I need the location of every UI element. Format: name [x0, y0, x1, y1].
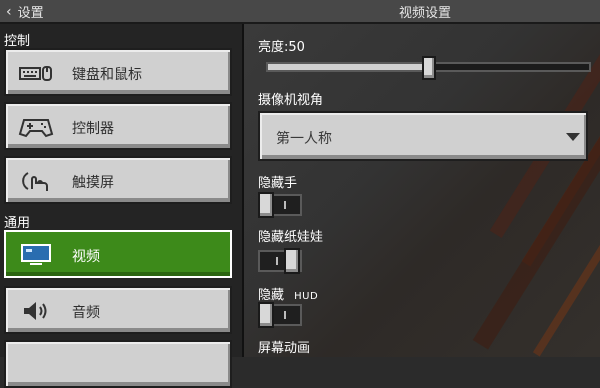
settings-panel: 亮度:50 摄像机视角 第一人称 隐藏手 隐藏纸娃娃 隐藏 HUD 屏幕动画	[244, 24, 600, 357]
hide-hud-toggle[interactable]	[258, 302, 302, 328]
top-bar: ‹ 设置 视频设置	[0, 0, 600, 24]
hide-hud-label: 隐藏 HUD	[258, 284, 318, 303]
back-button[interactable]: ‹ 设置	[6, 2, 44, 22]
sidebar-item-label: 键盘和鼠标	[72, 67, 142, 83]
camera-perspective-label: 摄像机视角	[258, 93, 324, 108]
toggle-knob	[258, 302, 274, 328]
hide-hud-label-suffix: HUD	[294, 291, 319, 302]
gamepad-icon	[18, 119, 54, 138]
section-label-controls: 控制	[4, 34, 31, 49]
brightness-slider[interactable]	[266, 56, 591, 80]
sidebar: 控制 键盘和鼠标 控制器 触摸屏 通用 视频 音频	[0, 24, 244, 388]
hide-hand-label: 隐藏手	[258, 176, 298, 191]
section-label-general: 通用	[4, 216, 31, 231]
sidebar-item-controller[interactable]: 控制器	[4, 102, 232, 150]
toggle-knob	[258, 192, 274, 218]
sidebar-item-label: 音频	[72, 305, 100, 321]
sidebar-item-audio[interactable]: 音频	[4, 286, 232, 334]
monitor-icon	[21, 244, 51, 265]
toggle-pip	[284, 311, 286, 319]
toggle-pip	[284, 201, 286, 209]
keyboard-mouse-icon	[19, 66, 52, 81]
sidebar-item-label: 控制器	[72, 121, 114, 137]
page-title: 视频设置	[398, 6, 451, 21]
dropdown-selected: 第一人称	[276, 131, 332, 147]
touch-hand-icon	[22, 172, 48, 191]
toggle-knob	[284, 248, 300, 274]
back-label: 设置	[17, 6, 44, 21]
sidebar-item-keyboard-mouse[interactable]: 键盘和鼠标	[4, 48, 232, 96]
brightness-label: 亮度:50	[258, 40, 305, 55]
slider-fill	[268, 64, 429, 70]
sidebar-item-label: 触摸屏	[72, 175, 114, 191]
hide-paperdoll-label: 隐藏纸娃娃	[258, 230, 324, 245]
speaker-icon	[24, 302, 47, 320]
screen-animation-label: 屏幕动画	[258, 341, 311, 356]
triangle-down-icon	[566, 133, 580, 141]
camera-perspective-dropdown[interactable]: 第一人称	[258, 111, 588, 161]
hide-paperdoll-toggle[interactable]	[258, 248, 302, 274]
slider-thumb[interactable]	[421, 56, 436, 80]
toggle-pip	[276, 257, 278, 265]
sidebar-item-video[interactable]: 视频	[4, 230, 232, 278]
sidebar-item-touchscreen[interactable]: 触摸屏	[4, 156, 232, 204]
sidebar-item-partial[interactable]	[4, 340, 232, 388]
hide-hand-toggle[interactable]	[258, 192, 302, 218]
chevron-left-icon: ‹	[6, 3, 12, 20]
hide-hud-label-text: 隐藏	[258, 288, 285, 303]
sidebar-item-label: 视频	[72, 249, 100, 265]
